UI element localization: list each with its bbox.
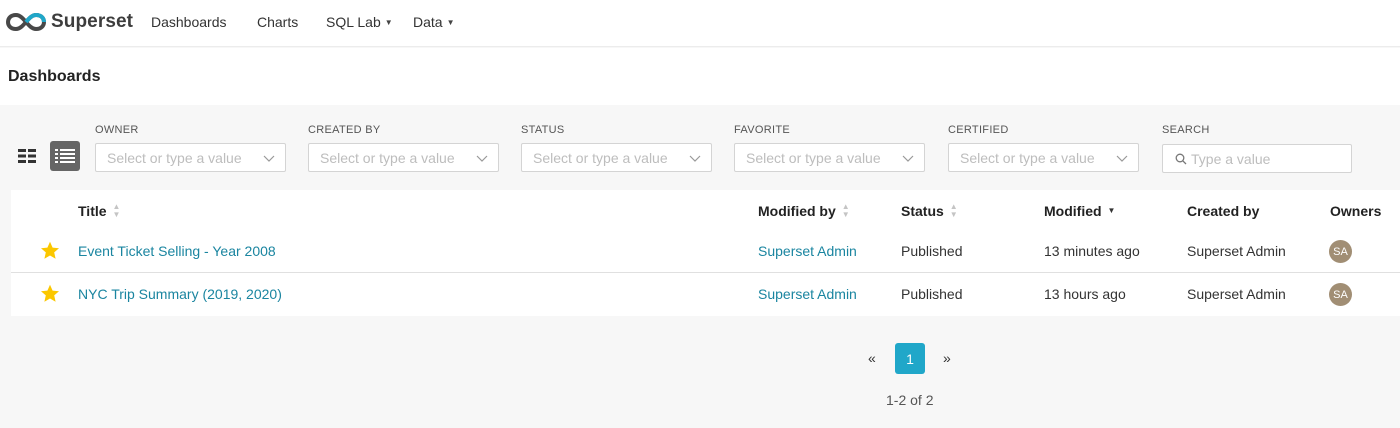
column-header-title[interactable]: Title ▲ ▼ [78,202,121,220]
search-filter: SEARCH [1162,124,1352,173]
table-row: NYC Trip Summary (2019, 2020) Superset A… [11,274,1400,316]
search-input[interactable] [1191,150,1341,167]
column-header-modified-label: Modified [1044,203,1102,219]
column-header-owners-label: Owners [1330,203,1382,219]
favorite-select[interactable]: Select or type a value [734,143,925,172]
nav-sql-lab-label: SQL Lab [326,14,381,30]
card-view-toggle[interactable] [12,141,42,171]
column-header-title-label: Title [78,203,107,219]
pagination-range: 1-2 of 2 [886,392,934,408]
created-by-filter-label: CREATED BY [308,124,381,136]
certified-select[interactable]: Select or type a value [948,143,1139,172]
column-header-owners: Owners [1330,203,1381,219]
table-row: Event Ticket Selling - Year 2008 Superse… [11,231,1400,273]
certified-filter: CERTIFIED Select or type a value [948,124,1139,172]
search-box[interactable] [1162,144,1352,173]
page-header: Dashboards [0,48,1400,105]
pagination-page-1[interactable]: 1 [895,343,925,374]
caret-down-icon: ▼ [446,17,455,27]
modified-cell: 13 hours ago [1044,286,1126,302]
created-by-cell: Superset Admin [1187,286,1286,302]
nav-dashboards-label: Dashboards [151,14,227,30]
status-filter: STATUS Select or type a value [521,124,712,172]
search-icon [1175,153,1187,164]
certified-select-placeholder: Select or type a value [960,149,1095,166]
owner-select[interactable]: Select or type a value [95,143,286,172]
dashboards-table: Title ▲ ▼ Modified by ▲ ▼ Status ▲ ▼ Modifi… [11,190,1400,316]
status-cell: Published [901,286,963,302]
owner-avatar[interactable]: SA [1329,283,1352,306]
nav-dashboards[interactable]: Dashboards [151,14,227,30]
owner-avatar[interactable]: SA [1329,240,1352,263]
status-filter-label: STATUS [521,124,565,136]
column-header-modified-by[interactable]: Modified by ▲ ▼ [758,202,850,220]
column-header-status-label: Status [901,203,944,219]
brand-name: Superset [51,11,134,32]
created-by-select-placeholder: Select or type a value [320,149,455,166]
chevron-down-icon [1116,155,1128,162]
list-icon [55,149,75,163]
list-view-toggle[interactable] [50,141,80,171]
sort-icon: ▲ ▼ [949,202,958,219]
dashboard-title-link[interactable]: NYC Trip Summary (2019, 2020) [78,286,282,302]
chevron-down-icon [689,155,701,162]
column-header-modified-by-label: Modified by [758,203,836,219]
star-icon[interactable] [40,241,60,260]
favorite-filter: FAVORITE Select or type a value [734,124,925,172]
modified-by-link[interactable]: Superset Admin [758,286,857,302]
brand-logo[interactable]: Superset [5,9,133,35]
created-by-filter: CREATED BY Select or type a value [308,124,499,172]
search-filter-label: SEARCH [1162,124,1210,136]
column-header-modified[interactable]: Modified ▼ [1044,203,1115,219]
nav-sql-lab[interactable]: SQL Lab ▼ [326,14,393,30]
status-cell: Published [901,243,963,259]
page-title: Dashboards [8,68,101,85]
chevron-down-icon [902,155,914,162]
nav-charts[interactable]: Charts [257,14,298,30]
nav-charts-label: Charts [257,14,299,30]
created-by-select[interactable]: Select or type a value [308,143,499,172]
dashboard-title-link[interactable]: Event Ticket Selling - Year 2008 [78,243,276,259]
sort-icon: ▲ ▼ [841,202,850,219]
column-header-status[interactable]: Status ▲ ▼ [901,202,958,220]
modified-by-link[interactable]: Superset Admin [758,243,857,259]
chevron-down-icon [476,155,488,162]
nav-data[interactable]: Data ▼ [413,14,455,30]
sort-icon: ▲ ▼ [112,202,121,219]
status-select[interactable]: Select or type a value [521,143,712,172]
grid-icon [18,149,36,163]
pagination-prev[interactable]: « [868,350,876,366]
favorite-filter-label: FAVORITE [734,124,790,136]
star-icon[interactable] [40,284,60,303]
created-by-cell: Superset Admin [1187,243,1286,259]
nav-data-label: Data [413,14,443,30]
sort-descending-icon: ▼ [1107,206,1116,215]
column-header-created-by-label: Created by [1187,203,1260,219]
caret-down-icon: ▼ [384,17,393,27]
owner-filter-label: OWNER [95,124,139,136]
owner-filter: OWNER Select or type a value [95,124,286,172]
column-header-created-by: Created by [1187,203,1259,219]
status-select-placeholder: Select or type a value [533,149,668,166]
pagination-next[interactable]: » [943,350,951,366]
superset-logo-icon [5,12,47,32]
top-navbar: Superset Dashboards Charts SQL Lab ▼ Dat… [0,0,1400,47]
owner-select-placeholder: Select or type a value [107,149,242,166]
chevron-down-icon [263,155,275,162]
favorite-select-placeholder: Select or type a value [746,149,881,166]
certified-filter-label: CERTIFIED [948,124,1009,136]
modified-cell: 13 minutes ago [1044,243,1140,259]
